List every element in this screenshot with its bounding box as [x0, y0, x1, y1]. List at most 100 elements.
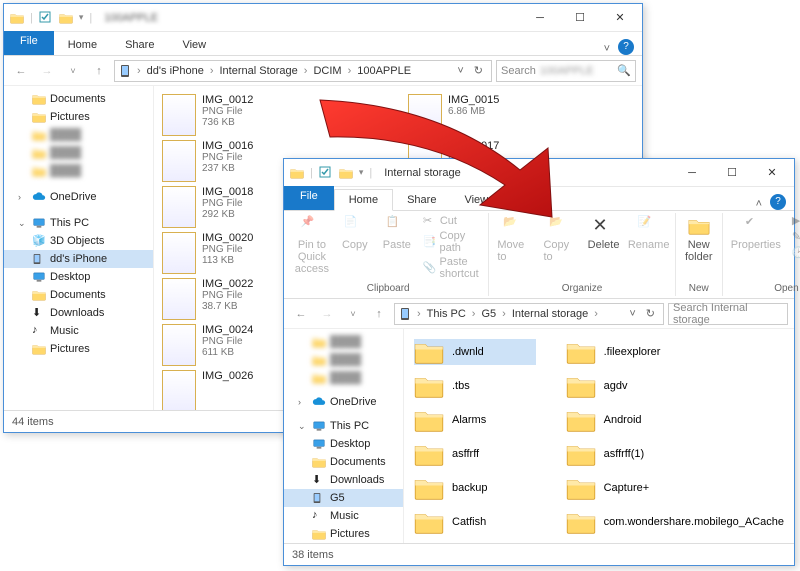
folder-item[interactable]: .fileexplorer	[566, 339, 784, 365]
folder-name: Alarms	[452, 414, 486, 426]
file-size: 292 KB	[202, 209, 253, 220]
help-button[interactable]: ?	[618, 39, 634, 55]
minimize-button[interactable]: ─	[672, 159, 712, 187]
nav-recent[interactable]: ˅	[342, 303, 364, 325]
sidebar-item-documents[interactable]: Documents	[284, 453, 403, 471]
file-size: 237 KB	[202, 163, 253, 174]
delete-button[interactable]: ✕Delete	[585, 213, 623, 253]
newfolder-button[interactable]: New folder	[680, 213, 718, 265]
sidebar-item-3dobjects[interactable]: 🧊3D Objects	[4, 232, 153, 250]
open-button[interactable]: ▶Open	[789, 213, 800, 229]
address-dropdown[interactable]: ˅	[625, 308, 639, 320]
sidebar-item-music[interactable]: ♪Music	[4, 322, 153, 340]
folder-item[interactable]: .tbs	[414, 373, 536, 399]
nav-forward[interactable]: →	[316, 303, 338, 325]
qat-sep: |	[30, 12, 33, 24]
sidebar-thispc[interactable]: ⌄This PC	[284, 417, 403, 435]
nav-recent[interactable]: ˅	[62, 60, 84, 82]
folder-icon	[414, 475, 444, 501]
phone-icon	[119, 64, 133, 78]
search-input[interactable]: Search Internal storage	[668, 303, 788, 325]
sidebar-onedrive[interactable]: ›OneDrive	[4, 188, 153, 206]
folder-item[interactable]: asffrff	[414, 441, 536, 467]
sidebar-item-desktop[interactable]: Desktop	[4, 268, 153, 286]
sidebar-item-downloads[interactable]: ⬇Downloads	[284, 471, 403, 489]
close-button[interactable]: ✕	[600, 4, 640, 32]
nav-forward[interactable]: →	[36, 60, 58, 82]
maximize-button[interactable]: ☐	[712, 159, 752, 187]
sidebar-item[interactable]: ████	[284, 351, 403, 369]
folder-item[interactable]: agdv	[566, 373, 784, 399]
sidebar-item-iphone[interactable]: dd's iPhone	[4, 250, 153, 268]
edit-button[interactable]: ✎Edit	[789, 229, 800, 245]
file-size: 736 KB	[202, 117, 253, 128]
folder-icon	[566, 509, 596, 535]
qat-chevron[interactable]: ▾	[79, 12, 84, 23]
breadcrumb[interactable]: ›This PC ›G5 ›Internal storage › ˅ ↻	[394, 303, 664, 325]
history-button[interactable]: 🕑History	[789, 245, 800, 261]
folder-item[interactable]: Alarms	[414, 407, 536, 433]
folder-icon	[566, 475, 596, 501]
refresh-icon[interactable]: ↻	[642, 307, 659, 320]
folder-item[interactable]: com.wondershare.mobilego_ACache	[566, 509, 784, 535]
red-arrow	[290, 95, 580, 225]
help-button[interactable]: ?	[770, 194, 786, 210]
maximize-button[interactable]: ☐	[560, 4, 600, 32]
file-type: PNG File	[202, 152, 253, 163]
sidebar-item[interactable]: ████	[4, 162, 153, 180]
sidebar-item[interactable]: ████	[4, 126, 153, 144]
folder-name: Capture+	[604, 482, 650, 494]
tab-share[interactable]: Share	[111, 35, 168, 55]
ribbon-expand-icon[interactable]: ˄	[756, 198, 762, 210]
file-size: 38.7 KB	[202, 301, 253, 312]
sidebar-item[interactable]: ████	[4, 144, 153, 162]
folder-icon	[414, 407, 444, 433]
sidebar-item-pictures[interactable]: Pictures	[4, 108, 153, 126]
tab-view[interactable]: View	[168, 35, 220, 55]
folder-item[interactable]: Capture+	[566, 475, 784, 501]
checkbox-icon[interactable]	[39, 11, 53, 25]
file-tab[interactable]: File	[4, 31, 54, 55]
folder-name: Android	[604, 414, 642, 426]
sidebar-item-documents[interactable]: Documents	[4, 90, 153, 108]
sidebar-thispc[interactable]: ⌄This PC	[4, 214, 153, 232]
sidebar-item[interactable]: ████	[284, 333, 403, 351]
sidebar-item-pictures[interactable]: Pictures	[284, 525, 403, 543]
sidebar-item-pictures[interactable]: Pictures	[4, 340, 153, 358]
sidebar-item-desktop[interactable]: Desktop	[284, 435, 403, 453]
folder-item[interactable]: asffrff(1)	[566, 441, 784, 467]
file-type: PNG File	[202, 198, 253, 209]
folder-icon	[566, 407, 596, 433]
sidebar-onedrive[interactable]: ›OneDrive	[284, 393, 403, 411]
folder-item[interactable]: Catfish	[414, 509, 536, 535]
nav-back[interactable]: ←	[10, 60, 32, 82]
minimize-button[interactable]: ─	[520, 4, 560, 32]
nav-up[interactable]: ↑	[368, 303, 390, 325]
rename-button[interactable]: 📝Rename	[627, 213, 671, 253]
folder-icon	[414, 509, 444, 535]
sidebar-item-documents[interactable]: Documents	[4, 286, 153, 304]
close-button[interactable]: ✕	[752, 159, 792, 187]
folder-icon	[566, 339, 596, 365]
search-input[interactable]: Search 100APPLE 🔍	[496, 60, 636, 82]
pasteshortcut-button[interactable]: 📎Paste shortcut	[420, 255, 485, 281]
folder-icon	[414, 373, 444, 399]
address-dropdown[interactable]: ˅	[453, 65, 467, 77]
folder-item[interactable]: Android	[566, 407, 784, 433]
sidebar-item-g5[interactable]: G5	[284, 489, 403, 507]
refresh-icon[interactable]: ↻	[470, 64, 487, 77]
sidebar-item-music[interactable]: ♪Music	[284, 507, 403, 525]
nav-pane: ████ ████ ████ ›OneDrive ⌄This PC Deskto…	[284, 329, 404, 543]
sidebar-item-downloads[interactable]: ⬇Downloads	[4, 304, 153, 322]
nav-back[interactable]: ←	[290, 303, 312, 325]
folder-item[interactable]: backup	[414, 475, 536, 501]
tab-home[interactable]: Home	[54, 35, 111, 55]
breadcrumb[interactable]: ›dd's iPhone ›Internal Storage ›DCIM ›10…	[114, 60, 492, 82]
properties-button[interactable]: ✔Properties	[727, 213, 785, 253]
folder-icon	[566, 441, 596, 467]
nav-up[interactable]: ↑	[88, 60, 110, 82]
copypath-button[interactable]: 📑Copy path	[420, 229, 485, 255]
folder-item[interactable]: .dwnld	[414, 339, 536, 365]
sidebar-item[interactable]: ████	[284, 369, 403, 387]
ribbon-expand-icon[interactable]: ˅	[604, 43, 610, 55]
